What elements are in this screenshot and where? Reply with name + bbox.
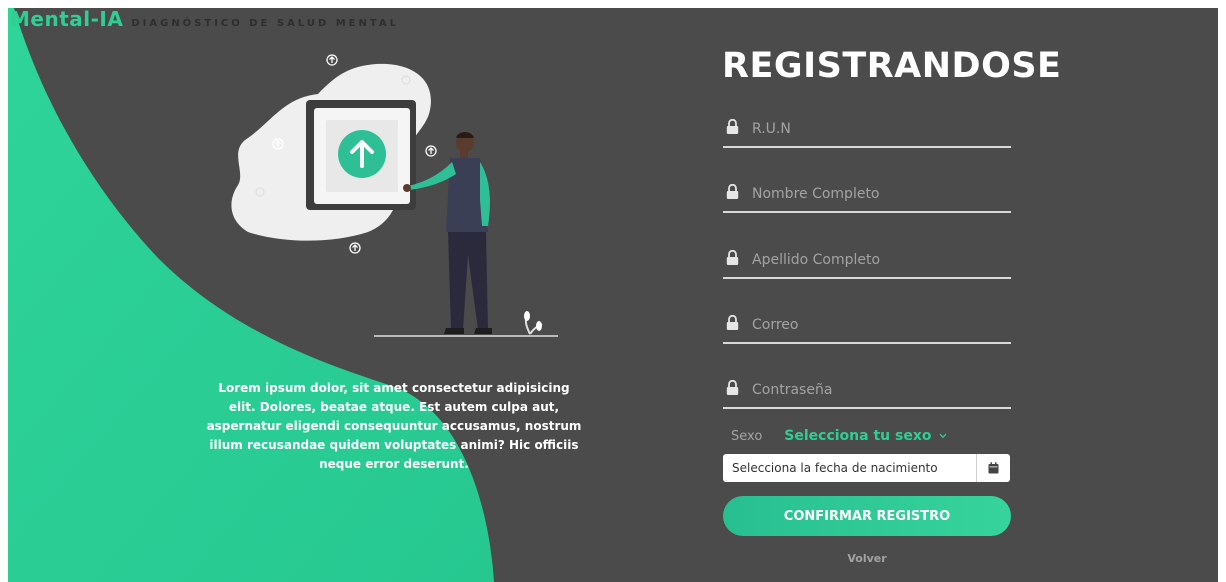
- brand-subtitle: DIAGNÓSTICO DE SALUD MENTAL: [131, 18, 400, 29]
- last-name-input[interactable]: [750, 247, 1009, 273]
- confirm-register-button[interactable]: CONFIRMAR REGISTRO: [723, 496, 1011, 536]
- full-name-field[interactable]: [723, 181, 1011, 213]
- chevron-down-icon: [940, 433, 947, 439]
- full-name-input[interactable]: [750, 181, 1009, 207]
- email-input[interactable]: [750, 312, 1009, 338]
- sex-row: Sexo Selecciona tu sexo: [731, 428, 947, 444]
- password-field[interactable]: [723, 377, 1011, 409]
- email-field[interactable]: [723, 312, 1011, 344]
- run-input[interactable]: [750, 116, 1009, 142]
- brand[interactable]: Mental-IA DIAGNÓSTICO DE SALUD MENTAL: [10, 8, 399, 31]
- birthdate-field[interactable]: [723, 454, 1010, 482]
- calendar-icon: [988, 462, 999, 474]
- run-field[interactable]: [723, 116, 1011, 148]
- sex-label: Sexo: [731, 428, 763, 444]
- up-arrow-icon: [326, 54, 338, 66]
- lock-icon: [726, 184, 739, 199]
- lock-icon: [726, 315, 739, 330]
- calendar-button[interactable]: [976, 454, 1010, 482]
- brand-name: Mental-IA: [10, 8, 124, 31]
- last-name-field[interactable]: [723, 247, 1011, 279]
- birthdate-input[interactable]: [723, 455, 978, 481]
- lock-icon: [726, 250, 739, 265]
- password-input[interactable]: [750, 377, 1009, 403]
- page-frame: Mental-IA DIAGNÓSTICO DE SALUD MENTAL Lo…: [8, 8, 1218, 582]
- sex-select[interactable]: Selecciona tu sexo: [784, 428, 947, 444]
- intro-text: Lorem ipsum dolor, sit amet consectetur …: [206, 381, 582, 471]
- back-link[interactable]: Volver: [723, 552, 1011, 565]
- form-title: REGISTRANDOSE: [722, 46, 1062, 86]
- upload-illustration: [231, 54, 558, 337]
- lock-icon: [726, 380, 739, 395]
- sex-select-value: Selecciona tu sexo: [784, 428, 932, 444]
- lock-icon: [726, 119, 739, 134]
